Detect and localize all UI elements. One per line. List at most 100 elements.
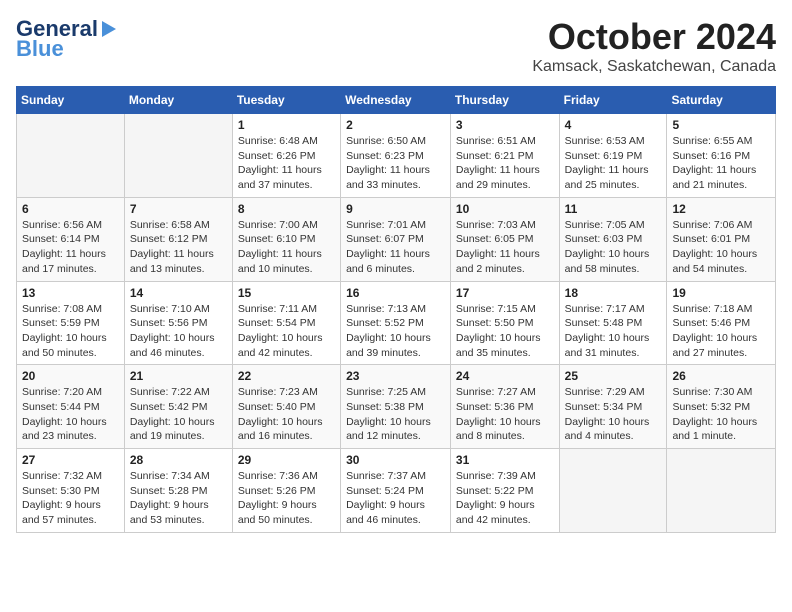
day-header-thursday: Thursday — [450, 87, 559, 114]
day-detail: Sunrise: 7:05 AM Sunset: 6:03 PM Dayligh… — [565, 218, 662, 277]
day-number: 19 — [672, 286, 770, 300]
day-number: 25 — [565, 369, 662, 383]
logo: General Blue — [16, 16, 122, 62]
day-detail: Sunrise: 7:25 AM Sunset: 5:38 PM Dayligh… — [346, 385, 445, 444]
day-detail: Sunrise: 7:22 AM Sunset: 5:42 PM Dayligh… — [130, 385, 227, 444]
day-number: 29 — [238, 453, 335, 467]
calendar-cell: 8 Sunrise: 7:00 AM Sunset: 6:10 PM Daylig… — [232, 197, 340, 281]
day-number: 8 — [238, 202, 335, 216]
day-detail: Sunrise: 6:53 AM Sunset: 6:19 PM Dayligh… — [565, 134, 662, 193]
day-number: 23 — [346, 369, 445, 383]
day-number: 27 — [22, 453, 119, 467]
day-number: 31 — [456, 453, 554, 467]
day-number: 10 — [456, 202, 554, 216]
day-detail: Sunrise: 7:06 AM Sunset: 6:01 PM Dayligh… — [672, 218, 770, 277]
day-detail: Sunrise: 7:00 AM Sunset: 6:10 PM Dayligh… — [238, 218, 335, 277]
day-detail: Sunrise: 7:29 AM Sunset: 5:34 PM Dayligh… — [565, 385, 662, 444]
day-number: 22 — [238, 369, 335, 383]
day-detail: Sunrise: 7:13 AM Sunset: 5:52 PM Dayligh… — [346, 302, 445, 361]
day-number: 24 — [456, 369, 554, 383]
calendar-cell: 16 Sunrise: 7:13 AM Sunset: 5:52 PM Dayli… — [341, 281, 451, 365]
day-detail: Sunrise: 7:18 AM Sunset: 5:46 PM Dayligh… — [672, 302, 770, 361]
calendar-week-2: 6Sunrise: 6:56 AM Sunset: 6:14 PM Daylig… — [17, 197, 776, 281]
calendar-cell: 23 Sunrise: 7:25 AM Sunset: 5:38 PM Dayli… — [341, 365, 451, 449]
calendar-cell: 28 Sunrise: 7:34 AM Sunset: 5:28 PM Dayli… — [124, 449, 232, 533]
calendar-cell: 2 Sunrise: 6:50 AM Sunset: 6:23 PM Daylig… — [341, 114, 451, 198]
day-detail: Sunrise: 7:20 AM Sunset: 5:44 PM Dayligh… — [22, 385, 119, 444]
header: General Blue October 2024 Kamsack, Saska… — [16, 16, 776, 76]
calendar-cell: 18 Sunrise: 7:17 AM Sunset: 5:48 PM Dayli… — [559, 281, 667, 365]
day-number: 9 — [346, 202, 445, 216]
day-number: 14 — [130, 286, 227, 300]
calendar-cell: 26Sunrise: 7:30 AM Sunset: 5:32 PM Dayli… — [667, 365, 776, 449]
day-number: 28 — [130, 453, 227, 467]
day-number: 20 — [22, 369, 119, 383]
day-detail: Sunrise: 7:11 AM Sunset: 5:54 PM Dayligh… — [238, 302, 335, 361]
day-number: 30 — [346, 453, 445, 467]
day-number: 15 — [238, 286, 335, 300]
calendar-cell: 15 Sunrise: 7:11 AM Sunset: 5:54 PM Dayli… — [232, 281, 340, 365]
calendar-cell: 17 Sunrise: 7:15 AM Sunset: 5:50 PM Dayli… — [450, 281, 559, 365]
day-number: 1 — [238, 118, 335, 132]
calendar-cell: 30 Sunrise: 7:37 AM Sunset: 5:24 PM Dayli… — [341, 449, 451, 533]
day-detail: Sunrise: 7:37 AM Sunset: 5:24 PM Dayligh… — [346, 469, 445, 528]
day-detail: Sunrise: 7:36 AM Sunset: 5:26 PM Dayligh… — [238, 469, 335, 528]
day-detail: Sunrise: 7:30 AM Sunset: 5:32 PM Dayligh… — [672, 385, 770, 444]
day-detail: Sunrise: 7:10 AM Sunset: 5:56 PM Dayligh… — [130, 302, 227, 361]
day-header-wednesday: Wednesday — [341, 87, 451, 114]
logo-icon — [102, 17, 122, 41]
calendar-cell: 9 Sunrise: 7:01 AM Sunset: 6:07 PM Daylig… — [341, 197, 451, 281]
calendar-table: SundayMondayTuesdayWednesdayThursdayFrid… — [16, 86, 776, 533]
day-number: 16 — [346, 286, 445, 300]
day-detail: Sunrise: 6:50 AM Sunset: 6:23 PM Dayligh… — [346, 134, 445, 193]
day-detail: Sunrise: 7:39 AM Sunset: 5:22 PM Dayligh… — [456, 469, 554, 528]
day-header-saturday: Saturday — [667, 87, 776, 114]
calendar-cell: 14 Sunrise: 7:10 AM Sunset: 5:56 PM Dayli… — [124, 281, 232, 365]
day-number: 5 — [672, 118, 770, 132]
title-area: October 2024 Kamsack, Saskatchewan, Cana… — [532, 16, 776, 76]
day-number: 17 — [456, 286, 554, 300]
calendar-cell: 4 Sunrise: 6:53 AM Sunset: 6:19 PM Daylig… — [559, 114, 667, 198]
calendar-cell: 3 Sunrise: 6:51 AM Sunset: 6:21 PM Daylig… — [450, 114, 559, 198]
calendar-cell: 22Sunrise: 7:23 AM Sunset: 5:40 PM Dayli… — [232, 365, 340, 449]
day-detail: Sunrise: 7:34 AM Sunset: 5:28 PM Dayligh… — [130, 469, 227, 528]
calendar-cell: 21Sunrise: 7:22 AM Sunset: 5:42 PM Dayli… — [124, 365, 232, 449]
calendar-cell — [124, 114, 232, 198]
calendar-cell: 13 Sunrise: 7:08 AM Sunset: 5:59 PM Dayli… — [17, 281, 125, 365]
day-number: 7 — [130, 202, 227, 216]
calendar-cell: 31 Sunrise: 7:39 AM Sunset: 5:22 PM Dayli… — [450, 449, 559, 533]
day-header-monday: Monday — [124, 87, 232, 114]
calendar-cell — [667, 449, 776, 533]
calendar-cell: 19 Sunrise: 7:18 AM Sunset: 5:46 PM Dayli… — [667, 281, 776, 365]
day-number: 3 — [456, 118, 554, 132]
calendar-cell: 6Sunrise: 6:56 AM Sunset: 6:14 PM Daylig… — [17, 197, 125, 281]
day-number: 13 — [22, 286, 119, 300]
day-detail: Sunrise: 6:48 AM Sunset: 6:26 PM Dayligh… — [238, 134, 335, 193]
day-header-friday: Friday — [559, 87, 667, 114]
calendar-cell — [559, 449, 667, 533]
day-number: 6 — [22, 202, 119, 216]
calendar-cell — [17, 114, 125, 198]
day-number: 12 — [672, 202, 770, 216]
day-number: 4 — [565, 118, 662, 132]
location-title: Kamsack, Saskatchewan, Canada — [532, 58, 776, 76]
day-detail: Sunrise: 7:01 AM Sunset: 6:07 PM Dayligh… — [346, 218, 445, 277]
day-detail: Sunrise: 6:58 AM Sunset: 6:12 PM Dayligh… — [130, 218, 227, 277]
month-title: October 2024 — [532, 16, 776, 58]
day-detail: Sunrise: 7:08 AM Sunset: 5:59 PM Dayligh… — [22, 302, 119, 361]
calendar-week-4: 20 Sunrise: 7:20 AM Sunset: 5:44 PM Dayli… — [17, 365, 776, 449]
calendar-week-3: 13 Sunrise: 7:08 AM Sunset: 5:59 PM Dayli… — [17, 281, 776, 365]
day-header-sunday: Sunday — [17, 87, 125, 114]
day-header-tuesday: Tuesday — [232, 87, 340, 114]
calendar-cell: 7 Sunrise: 6:58 AM Sunset: 6:12 PM Daylig… — [124, 197, 232, 281]
day-detail: Sunrise: 6:51 AM Sunset: 6:21 PM Dayligh… — [456, 134, 554, 193]
calendar-cell: 29 Sunrise: 7:36 AM Sunset: 5:26 PM Dayli… — [232, 449, 340, 533]
day-number: 2 — [346, 118, 445, 132]
calendar-cell: 11Sunrise: 7:05 AM Sunset: 6:03 PM Dayli… — [559, 197, 667, 281]
day-detail: Sunrise: 7:15 AM Sunset: 5:50 PM Dayligh… — [456, 302, 554, 361]
day-number: 18 — [565, 286, 662, 300]
day-detail: Sunrise: 7:32 AM Sunset: 5:30 PM Dayligh… — [22, 469, 119, 528]
calendar-cell: 10Sunrise: 7:03 AM Sunset: 6:05 PM Dayli… — [450, 197, 559, 281]
day-detail: Sunrise: 7:17 AM Sunset: 5:48 PM Dayligh… — [565, 302, 662, 361]
calendar-cell: 12 Sunrise: 7:06 AM Sunset: 6:01 PM Dayli… — [667, 197, 776, 281]
